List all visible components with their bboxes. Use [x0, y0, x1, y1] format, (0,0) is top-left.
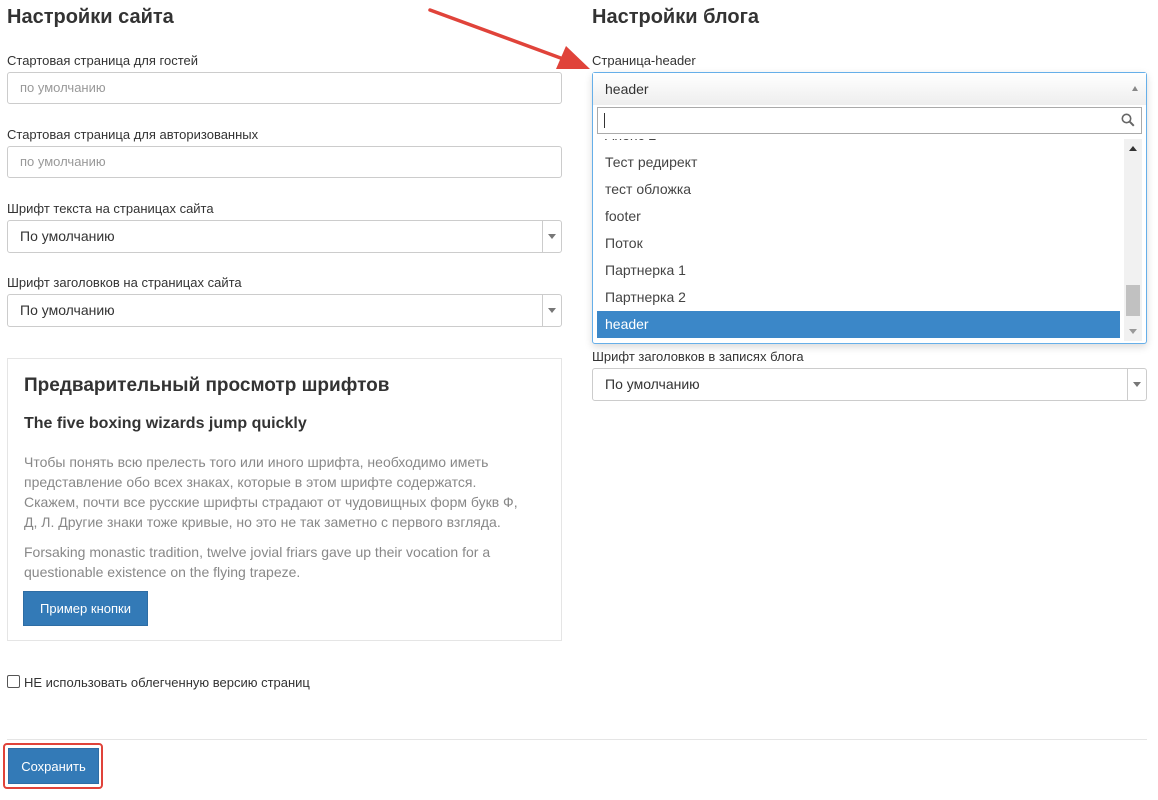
- chevron-down-icon: [548, 308, 556, 313]
- header-page-label: Страница-header: [592, 53, 696, 68]
- dropdown-options-list: Анонс 2 Тест редирект тест обложка foote…: [597, 139, 1124, 341]
- post-heading-font-value: По умолчанию: [605, 376, 700, 392]
- font-preview-paragraph-en: Forsaking monastic tradition, twelve jov…: [24, 544, 491, 580]
- font-preview-panel: Предварительный просмотр шрифтов The fiv…: [7, 358, 562, 641]
- font-preview-paragraph-ru: Чтобы понять всю прелесть того или иного…: [24, 454, 518, 530]
- header-page-value: header: [605, 81, 649, 97]
- footer-divider: [7, 739, 1147, 740]
- dropdown-option-selected[interactable]: header: [597, 311, 1120, 338]
- text-caret: [604, 113, 605, 128]
- heading-font-label: Шрифт заголовков на страницах сайта: [7, 275, 242, 290]
- lite-version-option[interactable]: НЕ использовать облегченную версию стран…: [7, 675, 310, 690]
- dropdown-option[interactable]: тест обложка: [597, 176, 1120, 203]
- chevron-down-icon: [1133, 382, 1141, 387]
- post-heading-font-label: Шрифт заголовков в записях блога: [592, 349, 804, 364]
- search-icon: [1121, 113, 1135, 127]
- heading-font-toggle[interactable]: [542, 295, 561, 326]
- dropdown-option[interactable]: Партнерка 2: [597, 284, 1120, 311]
- text-font-label: Шрифт текста на страницах сайта: [7, 201, 214, 216]
- font-preview-title: Предварительный просмотр шрифтов: [24, 375, 390, 396]
- post-heading-font-select[interactable]: По умолчанию: [592, 368, 1147, 401]
- text-font-toggle[interactable]: [542, 221, 561, 252]
- guest-start-input[interactable]: по умолчанию: [7, 72, 562, 104]
- heading-font-value: По умолчанию: [20, 302, 115, 318]
- save-button[interactable]: Сохранить: [8, 748, 99, 784]
- auth-start-input[interactable]: по умолчанию: [7, 146, 562, 178]
- auth-start-label: Стартовая страница для авторизованных: [7, 127, 259, 142]
- scroll-up-icon[interactable]: [1129, 146, 1137, 151]
- header-page-dropdown[interactable]: header Анонс 2 Тест редирект тест обложк…: [592, 72, 1147, 344]
- dropdown-option[interactable]: Партнерка 1: [597, 257, 1120, 284]
- guest-start-label: Стартовая страница для гостей: [7, 53, 199, 68]
- dropdown-option[interactable]: Анонс 2: [597, 139, 1120, 149]
- dropdown-search-input[interactable]: [597, 107, 1142, 134]
- chevron-up-icon: [1132, 86, 1138, 91]
- sample-button[interactable]: Пример кнопки: [23, 591, 148, 626]
- text-font-select[interactable]: По умолчанию: [7, 220, 562, 253]
- font-preview-sample-heading: The five boxing wizards jump quickly: [24, 415, 307, 432]
- chevron-down-icon: [548, 234, 556, 239]
- header-page-select[interactable]: header: [593, 73, 1146, 105]
- blog-settings-title: Настройки блога: [592, 6, 760, 28]
- dropdown-option[interactable]: Тест редирект: [597, 149, 1120, 176]
- dropdown-option[interactable]: Поток: [597, 230, 1120, 257]
- text-font-value: По умолчанию: [20, 228, 115, 244]
- scrollbar-thumb[interactable]: [1126, 285, 1140, 316]
- scroll-down-icon[interactable]: [1129, 329, 1137, 334]
- site-settings-title: Настройки сайта: [7, 6, 174, 28]
- lite-version-checkbox[interactable]: [7, 675, 20, 688]
- dropdown-option[interactable]: footer: [597, 203, 1120, 230]
- lite-version-label: НЕ использовать облегченную версию стран…: [24, 675, 310, 690]
- heading-font-select[interactable]: По умолчанию: [7, 294, 562, 327]
- post-heading-font-toggle[interactable]: [1127, 369, 1146, 400]
- dropdown-scrollbar[interactable]: [1124, 139, 1142, 341]
